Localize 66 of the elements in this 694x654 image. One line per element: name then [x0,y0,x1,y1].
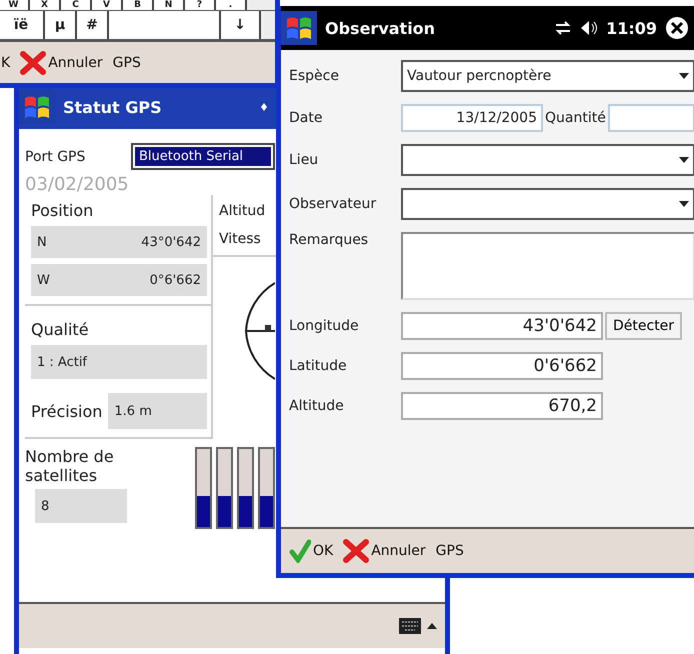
window-title: Statut GPS [63,98,163,116]
satellite-count: 8 [35,489,127,523]
keyboard-key[interactable]: ↓ [221,11,261,39]
port-select[interactable]: Bluetooth Serial [131,143,275,170]
menu-button[interactable]: Annuler [341,539,428,563]
field-label: Observateur [289,196,378,212]
field-label: Précision [31,402,102,420]
caret-icon [679,201,689,207]
date-field[interactable]: 13/12/2005 [401,104,543,132]
date-text: 03/02/2005 [25,174,130,195]
caret-icon [679,157,689,163]
section-label: Position [31,201,94,220]
field-label: Altitud [219,203,266,219]
keyboard-key[interactable]: W [0,0,30,10]
coordinate-field[interactable]: 43'0'642 [401,312,603,340]
clock-text: 11:09 [606,18,657,38]
quantity-field[interactable] [608,104,694,132]
remarks-field[interactable] [401,232,694,300]
keyboard-key[interactable]: . [216,0,247,10]
windows-logo-icon [281,11,317,45]
field-label: Altitude [289,398,345,414]
field-label: Quantité [545,110,606,126]
dropdown-field[interactable] [401,188,694,220]
keyboard-key[interactable]: V [92,0,123,10]
coordinate-row: W 0°6'662 [31,264,207,296]
keyboard-key[interactable]: # [77,11,109,39]
keyboard-key[interactable]: B [123,0,154,10]
keyboard-icon[interactable] [399,618,421,634]
section-label: Nombre de satellites [25,447,115,485]
dropdown-field[interactable] [401,144,694,176]
field-label: Espèce [289,68,340,84]
coordinate-field[interactable]: 0'6'662 [401,352,603,380]
keyboard-key[interactable]: µ [45,11,77,39]
section-label: Qualité [31,320,90,339]
field-label: Longitude [289,318,360,334]
field-label: Latitude [289,358,348,374]
keyboard-key[interactable]: C [61,0,92,10]
connectivity-icon [554,21,572,35]
coordinate-row: N 43°0'642 [31,226,207,258]
coordinate-field[interactable]: 670,2 [401,392,603,420]
menu-button[interactable]: Annuler [18,50,105,74]
speaker-icon [580,20,598,36]
keyboard-key[interactable]: ? [185,0,216,10]
caret-up-icon[interactable] [427,623,437,629]
field-label: Port GPS [25,148,86,164]
field-label: Date [289,110,324,126]
close-icon[interactable] [665,16,689,40]
cancel-icon [20,50,46,74]
field-label: Remarques [289,232,370,248]
cancel-icon [343,539,370,563]
quality-value: 1 : Actif [31,345,207,379]
menu-button[interactable]: GPS [434,543,466,559]
precision-value: 1.6 m [108,393,207,429]
field-label: Lieu [289,152,320,168]
keyboard-key[interactable]: X [30,0,61,10]
dropdown-field[interactable]: Vautour percnoptère [401,60,694,92]
field-label: Vitess [219,231,261,247]
keyboard-key[interactable]: ïë [0,11,45,39]
checkmark-icon [289,539,311,563]
menu-button[interactable]: K [0,54,12,70]
menu-button[interactable]: GPS [110,54,143,70]
menu-button[interactable]: OK [287,539,336,563]
detect-button[interactable]: Détecter [605,312,682,340]
caret-icon [679,73,689,79]
keyboard-key[interactable]: N [154,0,185,10]
window-title: Observation [325,18,436,38]
